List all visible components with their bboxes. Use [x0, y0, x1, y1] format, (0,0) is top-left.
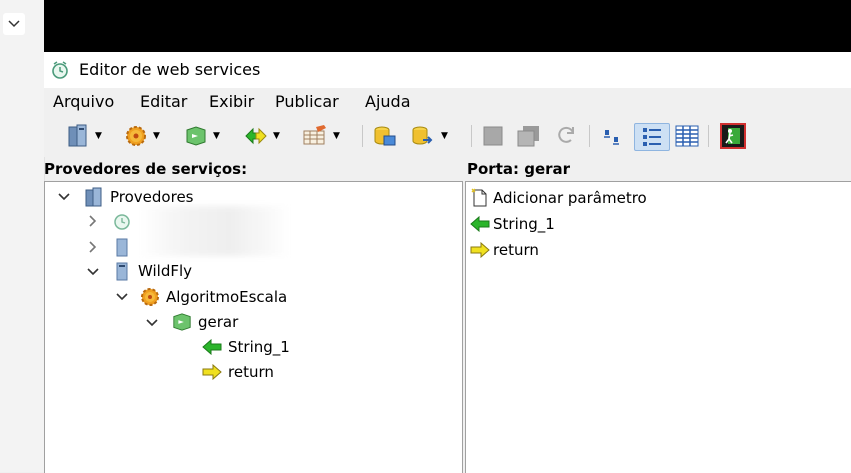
tree-node-hidden-1[interactable]	[112, 209, 132, 233]
window-title: Editor de web services	[79, 60, 261, 79]
edit-types-button[interactable]: ▼	[302, 123, 340, 149]
tree-expand-icon[interactable]	[86, 240, 100, 254]
menu-arquivo[interactable]: Arquivo	[53, 92, 114, 111]
item-label: return	[493, 241, 539, 259]
item-label: Adicionar parâmetro	[493, 189, 647, 207]
green-left-arrow-icon	[202, 337, 222, 357]
chevron-down-icon[interactable]	[3, 13, 25, 35]
tree-node-service[interactable]: AlgoritmoEscala	[140, 285, 287, 309]
port-header: Porta: gerar	[467, 160, 571, 178]
database-icon	[374, 126, 396, 146]
menu-ajuda[interactable]: Ajuda	[365, 92, 411, 111]
param-item-string1[interactable]: String_1	[470, 212, 555, 236]
tree-node-port[interactable]: gerar	[172, 310, 238, 334]
gear-icon	[140, 287, 160, 307]
refresh-button[interactable]	[554, 123, 578, 149]
add-service-button[interactable]: ▼	[124, 123, 160, 149]
refresh-icon	[558, 126, 574, 143]
add-parameter-button[interactable]: ▼	[244, 123, 280, 149]
add-provider-button[interactable]: ▼	[66, 123, 102, 149]
yellow-right-arrow-icon	[202, 362, 222, 382]
param-arrows-icon	[245, 127, 267, 145]
copy-button[interactable]	[516, 123, 542, 149]
webservice-clock-icon	[112, 211, 132, 231]
tree-node-hidden-2[interactable]	[112, 235, 132, 259]
menu-editar[interactable]: Editar	[140, 92, 187, 111]
run-button[interactable]	[720, 123, 746, 149]
database-button[interactable]	[372, 123, 398, 149]
tree-collapse-icon[interactable]	[145, 316, 159, 330]
server-icon	[84, 187, 104, 207]
tree-node-return[interactable]: return	[202, 360, 274, 384]
toolbar: ▼ ▼ ▼ ▼ ▼ ▼	[44, 115, 851, 157]
dropdown-arrow-icon[interactable]: ▼	[213, 131, 220, 141]
webservice-clock-icon	[50, 60, 70, 80]
small-icons-view-icon	[604, 130, 619, 145]
port-icon	[172, 312, 192, 332]
stop-button[interactable]	[481, 123, 505, 149]
details-view-icon	[675, 125, 699, 147]
blacked-out-area	[44, 0, 851, 52]
table-edit-icon	[303, 125, 326, 145]
tree-label: return	[228, 363, 274, 381]
menu-bar: Arquivo Editar Exibir Publicar Ajuda	[44, 88, 851, 115]
dropdown-arrow-icon[interactable]: ▼	[333, 131, 340, 141]
list-view-icon	[643, 128, 661, 146]
tree-node-param[interactable]: String_1	[202, 335, 290, 359]
exit-runner-icon	[720, 123, 746, 149]
port-icon	[186, 126, 206, 146]
tree-label: gerar	[198, 313, 239, 331]
tree-expand-icon[interactable]	[86, 214, 100, 228]
add-parameter-item[interactable]: Adicionar parâmetro	[470, 186, 647, 210]
item-label: String_1	[493, 215, 555, 233]
title-bar: Editor de web services	[44, 52, 851, 88]
add-port-button[interactable]: ▼	[184, 123, 220, 149]
tree-label: WildFly	[138, 262, 193, 280]
tree-collapse-icon[interactable]	[115, 290, 129, 304]
dropdown-arrow-icon[interactable]: ▼	[441, 131, 448, 141]
copy-icon	[517, 126, 539, 147]
view-list-button[interactable]	[634, 123, 670, 151]
stop-icon	[483, 126, 503, 146]
dropdown-arrow-icon[interactable]: ▼	[95, 131, 102, 141]
tree-label: String_1	[228, 338, 290, 356]
dropdown-arrow-icon[interactable]: ▼	[273, 131, 280, 141]
tree-label: Provedores	[110, 188, 194, 206]
green-left-arrow-icon	[470, 214, 490, 234]
new-document-icon	[470, 188, 490, 208]
tree-label: AlgoritmoEscala	[166, 288, 288, 306]
param-item-return[interactable]: return	[470, 238, 539, 262]
tree-collapse-icon[interactable]	[57, 190, 71, 204]
server-icon	[68, 124, 87, 147]
menu-exibir[interactable]: Exibir	[209, 92, 254, 111]
view-small-icons-button[interactable]	[600, 123, 624, 149]
providers-header: Provedores de serviços:	[44, 160, 248, 178]
gear-icon	[126, 126, 146, 146]
dropdown-arrow-icon[interactable]: ▼	[153, 131, 160, 141]
server-icon	[112, 261, 132, 281]
blurred-area	[140, 206, 290, 256]
server-icon	[112, 237, 132, 257]
yellow-right-arrow-icon	[470, 240, 490, 260]
side-strip	[0, 0, 45, 472]
menu-publicar[interactable]: Publicar	[275, 92, 339, 111]
tree-collapse-icon[interactable]	[86, 265, 100, 279]
tree-node-wildfly[interactable]: WildFly	[112, 259, 192, 283]
database-import-button[interactable]: ▼	[410, 123, 448, 149]
view-details-button[interactable]	[674, 123, 700, 149]
database-import-icon	[412, 126, 433, 145]
